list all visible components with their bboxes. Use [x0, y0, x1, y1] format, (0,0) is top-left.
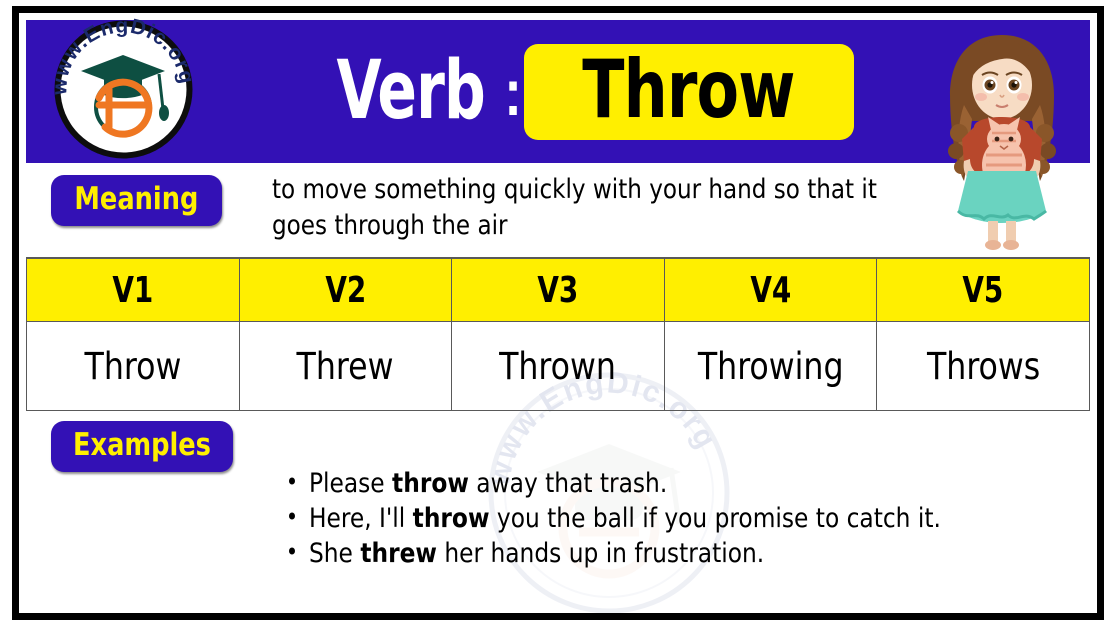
table-cell-v2: Threw [238, 321, 453, 411]
header-title-group: Verb : Throw [236, 20, 936, 163]
verb-form-v5: Throws [926, 344, 1040, 388]
example-text-before: Here, I'll [308, 503, 413, 534]
example-text-after: away that trash. [468, 468, 668, 499]
engdic-logo: www.EngDic.org [48, 14, 197, 162]
table-cell-v1: Throw [26, 321, 240, 411]
list-item: Here, I'll throw you the ball if you pro… [284, 500, 1042, 536]
examples-badge: Examples [51, 421, 233, 472]
example-text-before: She [308, 538, 361, 569]
meaning-badge: Meaning [51, 175, 222, 226]
verb-forms-table: V1 V2 V3 V4 V5 Throw Threw Thrown Throwi… [26, 257, 1090, 411]
infographic-page: www.EngDic.org Verb: Throw ww.EngDic.or… [0, 0, 1116, 628]
example-text-before: Please [308, 468, 393, 499]
table-row: Throw Threw Thrown Throwing Throws [26, 321, 1090, 411]
list-item: She threw her hands up in frustration. [284, 535, 1042, 571]
meaning-text: to move something quickly with your hand… [272, 174, 877, 241]
verb-form-v1: Throw [84, 344, 182, 388]
header-label-v4: V4 [750, 269, 792, 311]
outer-frame: www.EngDic.org Verb: Throw ww.EngDic.or… [12, 6, 1104, 620]
table-header-v5: V5 [876, 257, 1090, 322]
example-keyword: threw [360, 538, 437, 569]
examples-section: Examples Please throw away that trash. H… [26, 411, 1090, 611]
table-header-v1: V1 [26, 257, 240, 322]
verb-form-v4: Throwing [697, 344, 844, 388]
table-header-v4: V4 [663, 257, 878, 322]
example-keyword: throw [412, 503, 490, 534]
table-cell-v3: Thrown [451, 321, 665, 411]
examples-list: Please throw away that trash. Here, I'll… [284, 465, 1074, 571]
table-cell-v5: Throws [876, 321, 1090, 411]
example-keyword: throw [392, 468, 469, 499]
verb-name-badge: Throw [523, 42, 854, 140]
verb-form-v3: Thrown [499, 344, 617, 388]
example-text-after: her hands up in frustration. [436, 538, 765, 569]
example-text-after: you the ball if you promise to catch it. [489, 503, 941, 534]
header-label-v3: V3 [537, 269, 579, 311]
header-label-v5: V5 [962, 269, 1004, 311]
table-cell-v4: Throwing [663, 321, 878, 411]
title-separator: : [503, 54, 522, 129]
header-label-v1: V1 [112, 269, 154, 311]
examples-badge-label: Examples [72, 426, 211, 463]
page-title-label: Verb [336, 44, 486, 138]
table-header-v2: V2 [238, 257, 453, 322]
header-label-v2: V2 [324, 269, 366, 311]
table-header-v3: V3 [451, 257, 665, 322]
verb-form-v2: Threw [296, 344, 394, 388]
table-header-row: V1 V2 V3 V4 V5 [26, 257, 1090, 322]
verb-name: Throw [582, 42, 796, 136]
meaning-badge-label: Meaning [74, 180, 199, 217]
list-item: Please throw away that trash. [284, 465, 1042, 501]
girl-holding-cat-illustration [912, 15, 1092, 255]
inner-frame: www.EngDic.org Verb: Throw ww.EngDic.or… [19, 13, 1097, 613]
